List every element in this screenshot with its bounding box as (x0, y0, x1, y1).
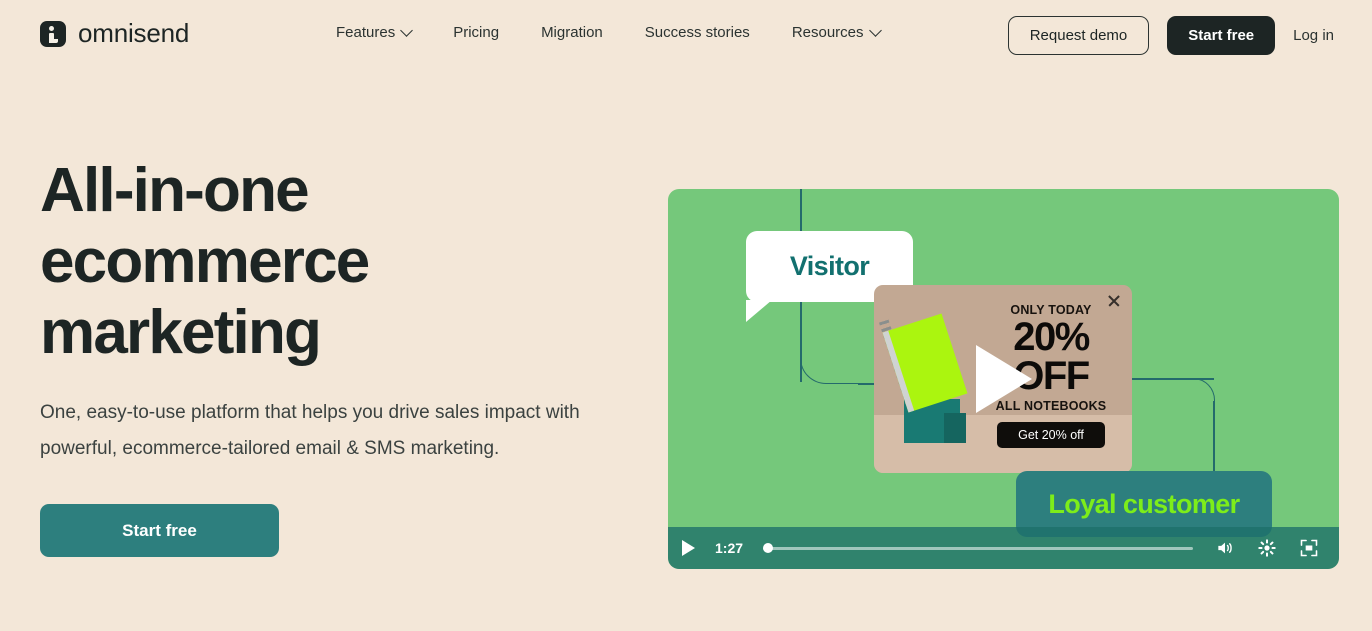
nav-label: Resources (791, 24, 864, 41)
nav-item-features[interactable]: Features (336, 24, 414, 41)
video-progress-scrubber[interactable] (763, 543, 1193, 553)
flow-line-curve-right (1180, 378, 1215, 430)
site-header: omnisend Features Pricing Migration Succ… (0, 0, 1372, 71)
video-controls: 1:27 (668, 527, 1339, 569)
brand-logo[interactable]: omnisend (40, 18, 189, 49)
scrubber-handle[interactable] (763, 543, 774, 553)
start-free-button-hero[interactable]: Start free (40, 504, 279, 557)
volume-icon[interactable] (1215, 538, 1235, 558)
hero-subtitle: One, easy-to-use platform that helps you… (40, 402, 580, 459)
chevron-down-icon (868, 24, 882, 37)
play-icon[interactable] (682, 540, 695, 556)
notebook-illustration (878, 303, 987, 463)
nav-item-success-stories[interactable]: Success stories (645, 24, 750, 41)
header-actions: Request demo Start free Log in (1007, 16, 1334, 55)
nav-item-pricing[interactable]: Pricing (453, 24, 499, 41)
hero-copy: All-in-one ecommerce marketing One, easy… (40, 155, 640, 557)
main-navigation: Features Pricing Migration Success stori… (336, 24, 882, 41)
bubble-tail (746, 300, 772, 322)
nav-item-resources[interactable]: Resources (791, 24, 882, 41)
hero-video-player[interactable]: Visitor ONLY TODAY 20% OFF ALL NOTEBOOKS… (668, 189, 1339, 569)
login-link[interactable]: Log in (1293, 27, 1334, 44)
video-time: 1:27 (715, 540, 744, 556)
visitor-bubble-label: Visitor (789, 251, 870, 281)
start-free-button-header[interactable]: Start free (1167, 16, 1276, 55)
gear-icon[interactable] (1257, 538, 1277, 558)
nav-label: Features (336, 24, 396, 41)
nav-label: Success stories (644, 24, 750, 41)
fullscreen-icon[interactable] (1299, 538, 1319, 558)
brand-name: omnisend (78, 18, 190, 48)
chevron-down-icon (400, 24, 414, 37)
nav-label: Pricing (453, 24, 500, 41)
video-controls-right (1215, 538, 1319, 558)
request-demo-button[interactable]: Request demo (1007, 16, 1150, 55)
page-title: All-in-one ecommerce marketing (40, 156, 370, 367)
nav-item-migration[interactable]: Migration (541, 24, 603, 41)
omnisend-logo-icon (40, 20, 66, 47)
flow-line-curve-left (800, 334, 860, 384)
play-icon[interactable] (975, 345, 1032, 413)
loyal-customer-label: Loyal customer (1048, 488, 1240, 519)
nav-label: Migration (541, 24, 603, 41)
popup-cta-button[interactable]: Get 20% off (997, 422, 1105, 448)
